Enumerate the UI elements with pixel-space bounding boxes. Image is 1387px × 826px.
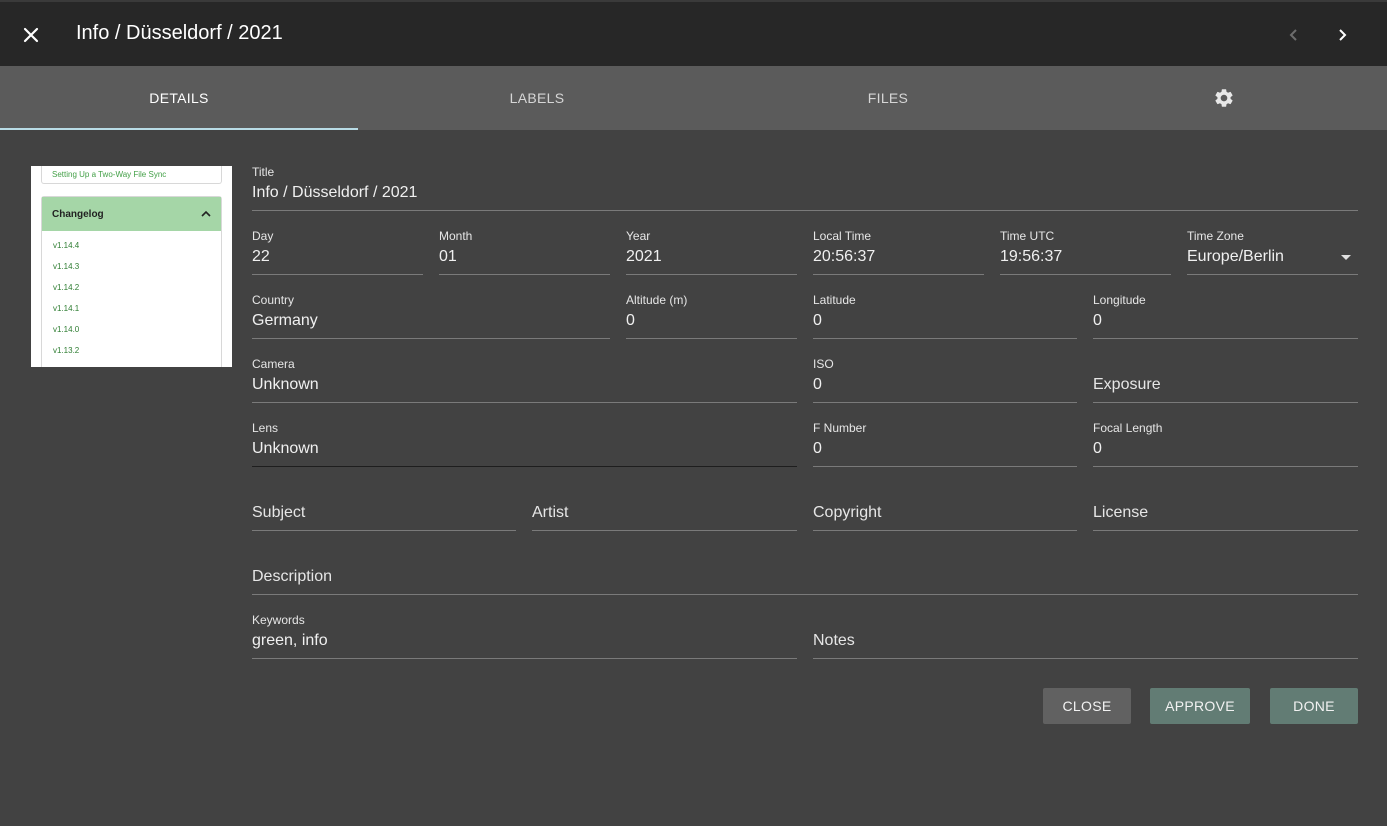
altitude-field[interactable]: Altitude (m) 0 bbox=[626, 293, 797, 339]
page-title: Info / Düsseldorf / 2021 bbox=[76, 22, 283, 44]
iso-value: 0 bbox=[813, 376, 822, 393]
tab-files[interactable]: FILES bbox=[716, 66, 1060, 130]
subject-placeholder: Subject bbox=[252, 504, 306, 521]
thumb-changelog-header: Changelog bbox=[42, 197, 221, 231]
lens-label: Lens bbox=[252, 421, 279, 435]
close-icon bbox=[23, 27, 39, 43]
description-placeholder: Description bbox=[252, 568, 333, 585]
lens-value: Unknown bbox=[252, 440, 319, 457]
dropdown-arrow-icon bbox=[1341, 255, 1351, 260]
thumb-list-item: v1.14.3 bbox=[53, 262, 80, 271]
thumb-prev-link: Setting Up a Two-Way File Sync bbox=[41, 166, 222, 184]
thumb-list-item: v1.14.0 bbox=[53, 325, 80, 334]
altitude-value: 0 bbox=[626, 312, 635, 329]
local-time-value: 20:56:37 bbox=[813, 248, 876, 265]
day-label: Day bbox=[252, 229, 274, 243]
latitude-value: 0 bbox=[813, 312, 822, 329]
done-button[interactable]: DONE bbox=[1270, 688, 1358, 724]
month-field[interactable]: Month 01 bbox=[439, 229, 610, 275]
latitude-field[interactable]: Latitude 0 bbox=[813, 293, 1077, 339]
close-dialog-button[interactable] bbox=[12, 16, 50, 54]
exposure-placeholder: Exposure bbox=[1093, 376, 1161, 393]
month-value: 01 bbox=[439, 248, 457, 265]
artist-placeholder: Artist bbox=[532, 504, 569, 521]
gear-icon bbox=[1214, 89, 1233, 107]
next-button[interactable] bbox=[1323, 16, 1361, 54]
dialog-toolbar: Info / Düsseldorf / 2021 bbox=[0, 0, 1387, 66]
time-zone-label: Time Zone bbox=[1187, 229, 1244, 243]
tab-bar: DETAILS LABELS FILES bbox=[0, 66, 1387, 130]
f-number-label: F Number bbox=[813, 421, 867, 435]
local-time-label: Local Time bbox=[813, 229, 872, 243]
local-time-field[interactable]: Local Time 20:56:37 bbox=[813, 229, 984, 275]
time-zone-value: Europe/Berlin bbox=[1187, 248, 1284, 265]
thumb-list-item: v1.14.4 bbox=[53, 241, 80, 250]
chevron-left-icon bbox=[1289, 29, 1297, 41]
year-field[interactable]: Year 2021 bbox=[626, 229, 797, 275]
f-number-field[interactable]: F Number 0 bbox=[813, 421, 1077, 467]
time-zone-select[interactable]: Time Zone Europe/Berlin bbox=[1187, 229, 1358, 275]
year-value: 2021 bbox=[626, 248, 662, 265]
keywords-value: green, info bbox=[252, 632, 328, 649]
time-utc-value: 19:56:37 bbox=[1000, 248, 1063, 265]
iso-field[interactable]: ISO 0 bbox=[813, 357, 1077, 403]
day-field[interactable]: Day 22 bbox=[252, 229, 423, 275]
artist-field[interactable]: Artist bbox=[532, 485, 797, 531]
copyright-field[interactable]: Copyright bbox=[813, 485, 1077, 531]
month-label: Month bbox=[439, 229, 473, 243]
thumb-list-item: v1.13.2 bbox=[53, 346, 80, 355]
time-utc-label: Time UTC bbox=[1000, 229, 1055, 243]
keywords-label: Keywords bbox=[252, 613, 305, 627]
previous-button[interactable] bbox=[1275, 16, 1313, 54]
longitude-field[interactable]: Longitude 0 bbox=[1093, 293, 1358, 339]
notes-placeholder: Notes bbox=[813, 632, 855, 649]
chevron-right-icon bbox=[1339, 29, 1347, 41]
tab-labels[interactable]: LABELS bbox=[358, 66, 716, 130]
camera-value: Unknown bbox=[252, 376, 319, 393]
description-field[interactable]: Description bbox=[252, 549, 1358, 595]
notes-field[interactable]: Notes bbox=[813, 613, 1358, 659]
subject-field[interactable]: Subject bbox=[252, 485, 516, 531]
focal-length-label: Focal Length bbox=[1093, 421, 1163, 435]
f-number-value: 0 bbox=[813, 440, 822, 457]
camera-field[interactable]: Camera Unknown bbox=[252, 357, 797, 403]
country-value: Germany bbox=[252, 312, 318, 329]
latitude-label: Latitude bbox=[813, 293, 856, 307]
keywords-field[interactable]: Keywords green, info bbox=[252, 613, 797, 659]
tab-settings[interactable] bbox=[1060, 66, 1387, 130]
day-value: 22 bbox=[252, 248, 270, 265]
title-value: Info / Düsseldorf / 2021 bbox=[252, 184, 418, 201]
time-utc-field[interactable]: Time UTC 19:56:37 bbox=[1000, 229, 1171, 275]
copyright-placeholder: Copyright bbox=[813, 504, 882, 521]
camera-label: Camera bbox=[252, 357, 295, 371]
title-field[interactable]: Title Info / Düsseldorf / 2021 bbox=[252, 165, 1358, 211]
license-placeholder: License bbox=[1093, 504, 1149, 521]
thumb-list-item: v1.14.2 bbox=[53, 283, 80, 292]
title-label: Title bbox=[252, 165, 275, 179]
approve-button[interactable]: APPROVE bbox=[1150, 688, 1250, 724]
close-button[interactable]: CLOSE bbox=[1043, 688, 1131, 724]
country-field[interactable]: Country Germany bbox=[252, 293, 610, 339]
longitude-value: 0 bbox=[1093, 312, 1102, 329]
license-field[interactable]: License bbox=[1093, 485, 1358, 531]
altitude-label: Altitude (m) bbox=[626, 293, 688, 307]
thumb-changelog-list: v1.14.4 v1.14.3 v1.14.2 v1.14.1 v1.14.0 … bbox=[42, 231, 221, 362]
year-label: Year bbox=[626, 229, 651, 243]
focal-length-field[interactable]: Focal Length 0 bbox=[1093, 421, 1358, 467]
country-label: Country bbox=[252, 293, 295, 307]
tab-details[interactable]: DETAILS bbox=[0, 66, 358, 130]
thumb-list-item: v1.14.1 bbox=[53, 304, 80, 313]
focal-length-value: 0 bbox=[1093, 440, 1102, 457]
exposure-field[interactable]: Exposure bbox=[1093, 357, 1358, 403]
lens-field[interactable]: Lens Unknown bbox=[252, 421, 797, 467]
iso-label: ISO bbox=[813, 357, 834, 371]
thumb-changelog-title: Changelog bbox=[52, 208, 104, 220]
chevron-up-icon bbox=[201, 210, 211, 217]
longitude-label: Longitude bbox=[1093, 293, 1146, 307]
thumb-changelog-section: Changelog v1.14.4 v1.14.3 v1.14.2 v1.14.… bbox=[41, 196, 222, 367]
active-tab-indicator bbox=[0, 128, 358, 130]
photo-thumbnail[interactable]: Setting Up a Two-Way File Sync Changelog… bbox=[31, 166, 232, 367]
